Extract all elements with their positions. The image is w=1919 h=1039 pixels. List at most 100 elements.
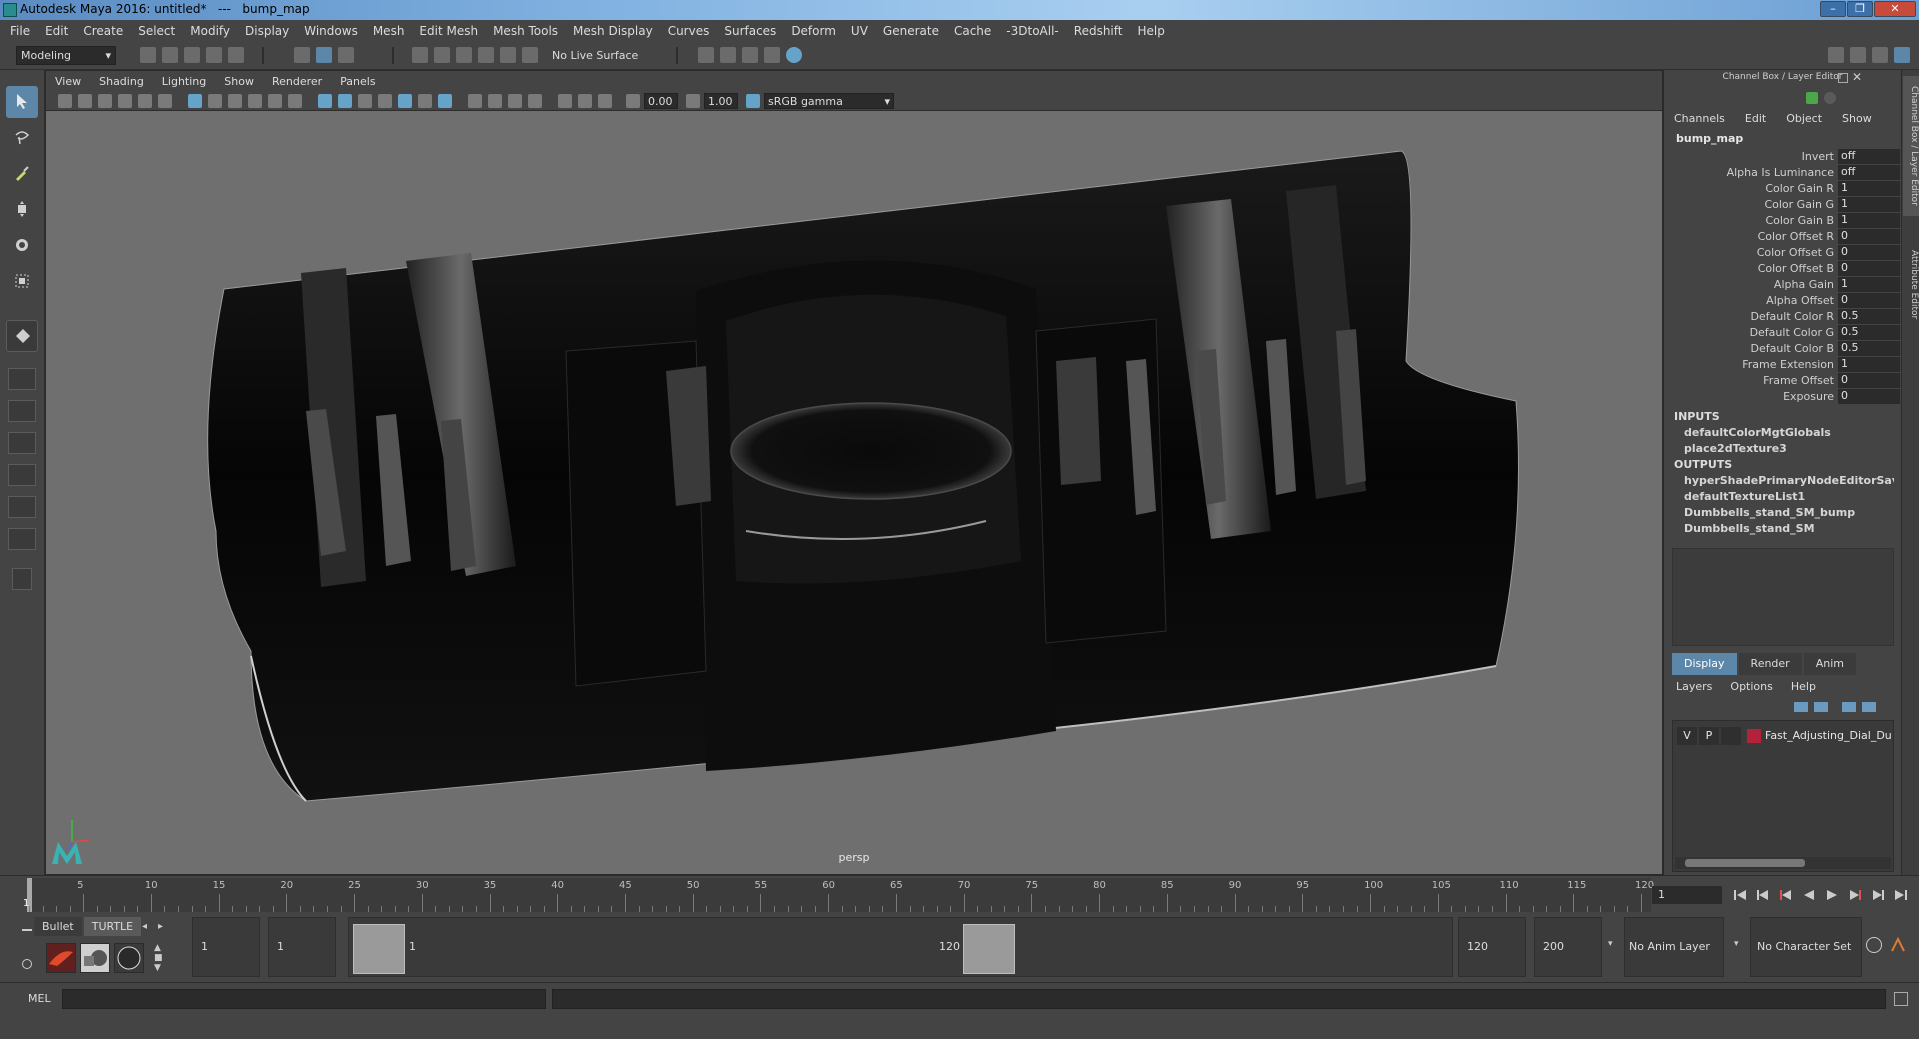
cb-menu-edit[interactable]: Edit	[1745, 112, 1766, 125]
modeling-toolkit-icon[interactable]	[1828, 47, 1844, 63]
input-node[interactable]: defaultColorMgtGlobals	[1684, 426, 1894, 439]
attr-row-alpha-gain[interactable]: Alpha Gain 1	[1664, 277, 1902, 293]
menu-display[interactable]: Display	[245, 24, 289, 38]
layer-menu-layers[interactable]: Layers	[1676, 680, 1712, 693]
3d-model-render[interactable]	[46, 111, 1662, 874]
last-tool-used[interactable]	[6, 320, 38, 352]
gate-mask-icon[interactable]	[248, 94, 262, 108]
vp-menu-panels[interactable]: Panels	[340, 75, 375, 88]
range-end-handle[interactable]	[963, 924, 1015, 974]
menu-3dtoall[interactable]: -3DtoAll-	[1006, 24, 1058, 38]
script-editor-icon[interactable]	[1894, 992, 1908, 1006]
scale-tool[interactable]	[6, 266, 38, 298]
menu-mesh-tools[interactable]: Mesh Tools	[493, 24, 558, 38]
menu-set-selector[interactable]: Modeling ▾	[16, 46, 116, 65]
attr-row-color-gain-g[interactable]: Color Gain G1	[1664, 197, 1902, 213]
move-layer-up-icon[interactable]	[1794, 702, 1808, 712]
menu-edit[interactable]: Edit	[45, 24, 68, 38]
output-node[interactable]: Dumbbells_stand_SM	[1684, 522, 1894, 535]
attr-row-alpha-offset[interactable]: Alpha Offset 0	[1664, 293, 1902, 309]
float-panel-icon[interactable]	[1838, 73, 1848, 83]
attr-row-exposure[interactable]: Exposure 0	[1664, 389, 1902, 405]
turtle-sphere-icon[interactable]	[114, 943, 144, 973]
depth-of-field-icon[interactable]	[508, 94, 522, 108]
attr-row-default-color-b[interactable]: Default Color B 0.5	[1664, 341, 1902, 357]
shelf-updown-icon[interactable]: ▲ ■ ▼	[154, 943, 163, 973]
textured-icon[interactable]	[378, 94, 392, 108]
camera-select-icon[interactable]	[58, 94, 72, 108]
shelf-settings-icon[interactable]	[22, 959, 32, 969]
xray-joints-icon[interactable]	[578, 94, 592, 108]
play-forwards-icon[interactable]	[1825, 888, 1839, 902]
ipr-render-icon[interactable]	[742, 47, 758, 63]
grid-icon[interactable]	[188, 94, 202, 108]
step-forward-key-icon[interactable]	[1871, 888, 1885, 902]
menu-mesh[interactable]: Mesh	[373, 24, 405, 38]
layout-collapse-button[interactable]	[12, 568, 32, 590]
live-surface-field[interactable]: No Live Surface	[552, 47, 657, 65]
animation-preferences-icon[interactable]	[1890, 936, 1906, 953]
move-tool[interactable]	[6, 194, 38, 226]
use-all-lights-icon[interactable]	[398, 94, 412, 108]
magnet-icon[interactable]	[522, 47, 538, 63]
view-transform-dropdown[interactable]: sRGB gamma ▾	[764, 93, 894, 109]
close-button[interactable]: ✕	[1874, 1, 1916, 17]
move-layer-down-icon[interactable]	[1814, 702, 1828, 712]
attr-row-default-color-g[interactable]: Default Color G 0.5	[1664, 325, 1902, 341]
scrollbar-thumb[interactable]	[1685, 859, 1805, 867]
redo-icon[interactable]	[228, 47, 244, 63]
character-set-dropdown[interactable]: No Character Set	[1750, 917, 1862, 977]
wireframe-icon[interactable]	[318, 94, 332, 108]
go-to-end-icon[interactable]	[1894, 888, 1908, 902]
layer-playback-toggle[interactable]: P	[1699, 727, 1719, 745]
attr-row-default-color-r[interactable]: Default Color R 0.5	[1664, 309, 1902, 325]
select-object-icon[interactable]	[316, 47, 332, 63]
maximize-button[interactable]: ❐	[1847, 1, 1873, 17]
isolate-select-icon[interactable]	[528, 94, 542, 108]
auto-key-icon[interactable]	[1866, 937, 1882, 953]
cb-menu-show[interactable]: Show	[1842, 112, 1872, 125]
snap-point-icon[interactable]	[456, 47, 472, 63]
shelf-menu-icon[interactable]	[22, 929, 32, 931]
exposure-field[interactable]: 0.00	[644, 93, 678, 109]
menu-curves[interactable]: Curves	[668, 24, 710, 38]
go-to-start-icon[interactable]	[1733, 888, 1747, 902]
camera-attributes-icon[interactable]	[78, 94, 92, 108]
attribute-editor-toggle-icon[interactable]	[1850, 47, 1866, 63]
output-node[interactable]: Dumbbells_stand_SM_bump	[1684, 506, 1894, 519]
tab-anim[interactable]: Anim	[1803, 653, 1856, 675]
render-view-icon[interactable]	[698, 47, 714, 63]
channel-box-toggle-icon[interactable]	[1894, 47, 1910, 63]
menu-help[interactable]: Help	[1137, 24, 1164, 38]
lasso-tool[interactable]	[6, 122, 38, 154]
outputs-header[interactable]: OUTPUTS	[1674, 458, 1732, 471]
safe-action-icon[interactable]	[288, 94, 302, 108]
attr-row-color-offset-r[interactable]: Color Offset R0	[1664, 229, 1902, 245]
layer-menu-options[interactable]: Options	[1730, 680, 1772, 693]
layer-visibility-toggle[interactable]: V	[1677, 727, 1697, 745]
playback-start-field[interactable]: 1	[268, 917, 336, 977]
step-back-key-icon[interactable]	[1756, 888, 1770, 902]
layer-color-swatch[interactable]	[1747, 729, 1761, 743]
attr-row-color-gain-b[interactable]: Color Gain B1	[1664, 213, 1902, 229]
attribute-editor-icon[interactable]	[1824, 92, 1836, 104]
snap-curve-icon[interactable]	[434, 47, 450, 63]
layer-row[interactable]: V P Fast_Adjusting_Dial_Dur	[1677, 727, 1891, 745]
input-node[interactable]: place2dTexture3	[1684, 442, 1894, 455]
minimize-button[interactable]: –	[1820, 1, 1846, 17]
attr-row-color-offset-b[interactable]: Color Offset B0	[1664, 261, 1902, 277]
field-chart-icon[interactable]	[268, 94, 282, 108]
menu-uv[interactable]: UV	[851, 24, 868, 38]
attr-row-color-offset-g[interactable]: Color Offset G0	[1664, 245, 1902, 261]
time-slider[interactable]: 1 5 10 15 20 25 30 35 40 45 50 55 60 65 70 75 80 85 90 95 1…	[0, 875, 1919, 915]
smooth-shade-icon[interactable]	[338, 94, 352, 108]
step-back-frame-icon[interactable]	[1779, 888, 1793, 902]
rotate-tool[interactable]	[6, 230, 38, 262]
layout-graph-editor-button[interactable]	[8, 464, 36, 486]
layout-hypershade-button[interactable]	[8, 496, 36, 518]
undo-icon[interactable]	[206, 47, 222, 63]
attr-row-color-gain-r[interactable]: Color Gain R1	[1664, 181, 1902, 197]
menu-modify[interactable]: Modify	[190, 24, 230, 38]
select-hierarchy-icon[interactable]	[294, 47, 310, 63]
snap-view-plane-icon[interactable]	[478, 47, 494, 63]
